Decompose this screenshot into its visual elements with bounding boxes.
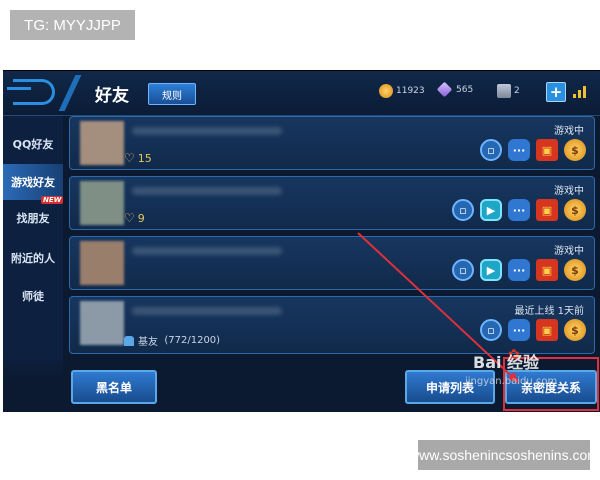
site-label: www.soshenincsoshenins.com xyxy=(409,440,599,470)
tg-label: TG: MYYJJPP xyxy=(10,10,135,40)
game-friends-screen: 好友 规则 11923 565 2 + QQ好友 游戏好友 找朋友 NEW 附近… xyxy=(3,70,600,412)
watermark-brand: Bai 经验 xyxy=(473,353,540,372)
watermark-url: jingyan.baidu.com xyxy=(465,376,558,387)
